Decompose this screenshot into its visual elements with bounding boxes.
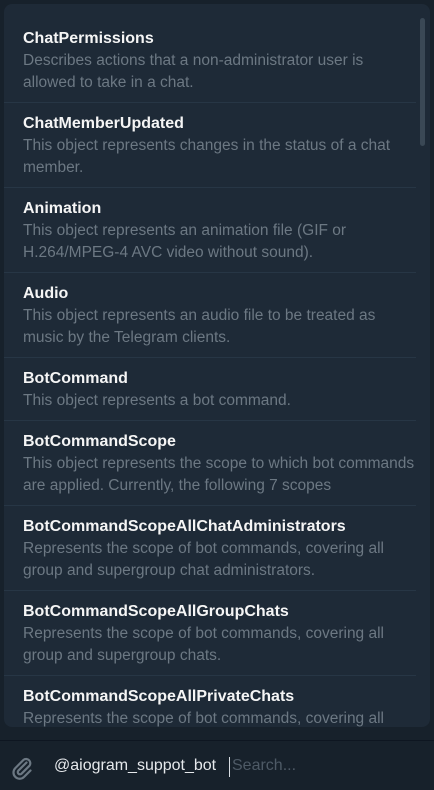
list-item[interactable]: Audio This object represents an audio fi… bbox=[4, 273, 416, 358]
item-description: Represents the scope of bot commands, co… bbox=[23, 540, 384, 579]
item-description: Describes actions that a non-administrat… bbox=[23, 52, 364, 91]
item-title: BotCommandScopeAllPrivateChats bbox=[23, 688, 295, 705]
item-description: This object represents a bot command. bbox=[23, 392, 291, 409]
scrollbar[interactable] bbox=[420, 18, 425, 146]
list-item[interactable]: BotCommandScopeAllPrivateChats Represent… bbox=[4, 676, 416, 727]
item-title: BotCommand bbox=[23, 370, 128, 387]
list-item[interactable]: BotCommand This object represents a bot … bbox=[4, 358, 416, 421]
text-caret bbox=[229, 757, 230, 777]
search-input[interactable]: Search... bbox=[232, 757, 296, 775]
item-title: Audio bbox=[23, 285, 69, 302]
list-item[interactable]: BotCommandScope This object represents t… bbox=[4, 421, 416, 506]
item-description: This object represents changes in the st… bbox=[23, 137, 391, 176]
list-item[interactable]: ChatPermissions Describes actions that a… bbox=[4, 18, 416, 103]
bot-mention: @aiogram_suppot_bot bbox=[54, 757, 217, 774]
item-description: This object represents the scope to whic… bbox=[23, 455, 415, 494]
item-title: ChatPermissions bbox=[23, 30, 154, 47]
item-description: This object represents an audio file to … bbox=[23, 307, 376, 346]
inline-results-panel: ChatPermissions Describes actions that a… bbox=[4, 4, 430, 727]
item-title: BotCommandScope bbox=[23, 433, 176, 450]
item-title: BotCommandScopeAllGroupChats bbox=[23, 603, 289, 620]
item-description: Represents the scope of bot commands, co… bbox=[23, 625, 384, 664]
list-item[interactable]: Animation This object represents an anim… bbox=[4, 188, 416, 273]
item-description: This object represents an animation file… bbox=[23, 222, 347, 261]
item-title: ChatMemberUpdated bbox=[23, 115, 184, 132]
list-item[interactable]: BotCommandScopeAllGroupChats Represents … bbox=[4, 591, 416, 676]
item-title: BotCommandScopeAllChatAdministrators bbox=[23, 518, 346, 535]
paperclip-icon[interactable] bbox=[9, 755, 35, 781]
results-list: ChatPermissions Describes actions that a… bbox=[4, 18, 416, 727]
item-description: Represents the scope of bot commands, co… bbox=[23, 710, 384, 727]
item-title: Animation bbox=[23, 200, 102, 217]
list-item[interactable]: BotCommandScopeAllChatAdministrators Rep… bbox=[4, 506, 416, 591]
list-item[interactable]: ChatMemberUpdated This object represents… bbox=[4, 103, 416, 188]
message-composer: @aiogram_suppot_bot Search... bbox=[0, 740, 434, 790]
